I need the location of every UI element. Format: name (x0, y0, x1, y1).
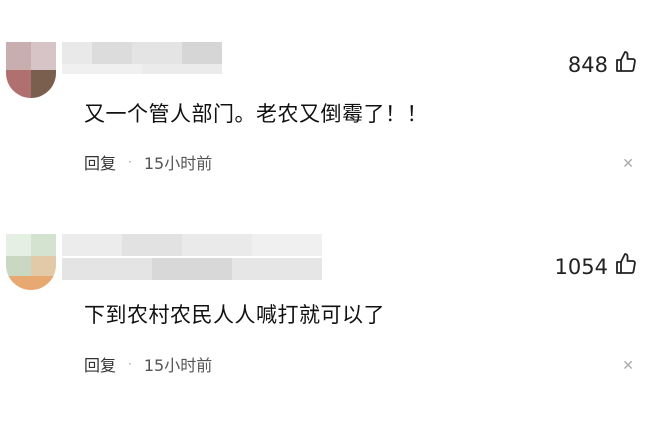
thumbs-up-icon (614, 252, 638, 281)
like-button[interactable]: 1054 (555, 252, 638, 281)
avatar[interactable] (6, 42, 56, 98)
username-blurred[interactable] (62, 234, 322, 256)
username-blurred[interactable] (62, 42, 222, 64)
like-count: 848 (567, 52, 608, 77)
reply-button[interactable]: 回复 (84, 352, 116, 376)
like-button[interactable]: 848 (568, 50, 638, 79)
like-count: 1054 (554, 254, 608, 279)
reply-button[interactable]: 回复 (84, 150, 116, 174)
username-blurred-row2 (62, 64, 222, 74)
thumbs-up-icon (614, 50, 638, 79)
username-blurred-row2 (62, 258, 322, 280)
comment-item: 848 又一个管人部门。老农又倒霉了！！ 回复 · 15小时前 ✕ (0, 0, 660, 200)
avatar[interactable] (6, 234, 56, 290)
comment-meta: 回复 · 15小时前 (84, 150, 212, 174)
close-icon[interactable]: ✕ (622, 156, 634, 172)
comment-text: 又一个管人部门。老农又倒霉了！！ (84, 102, 428, 126)
timestamp: 15小时前 (143, 356, 213, 375)
timestamp: 15小时前 (143, 154, 213, 173)
comment-text: 下到农村农民人人喊打就可以了 (84, 303, 385, 327)
comment-meta: 回复 · 15小时前 (84, 352, 212, 376)
separator-dot: · (128, 155, 132, 169)
comment-item: 1054 下到农村农民人人喊打就可以了 回复 · 15小时前 ✕ (0, 200, 660, 446)
close-icon[interactable]: ✕ (622, 358, 634, 374)
separator-dot: · (128, 357, 132, 371)
